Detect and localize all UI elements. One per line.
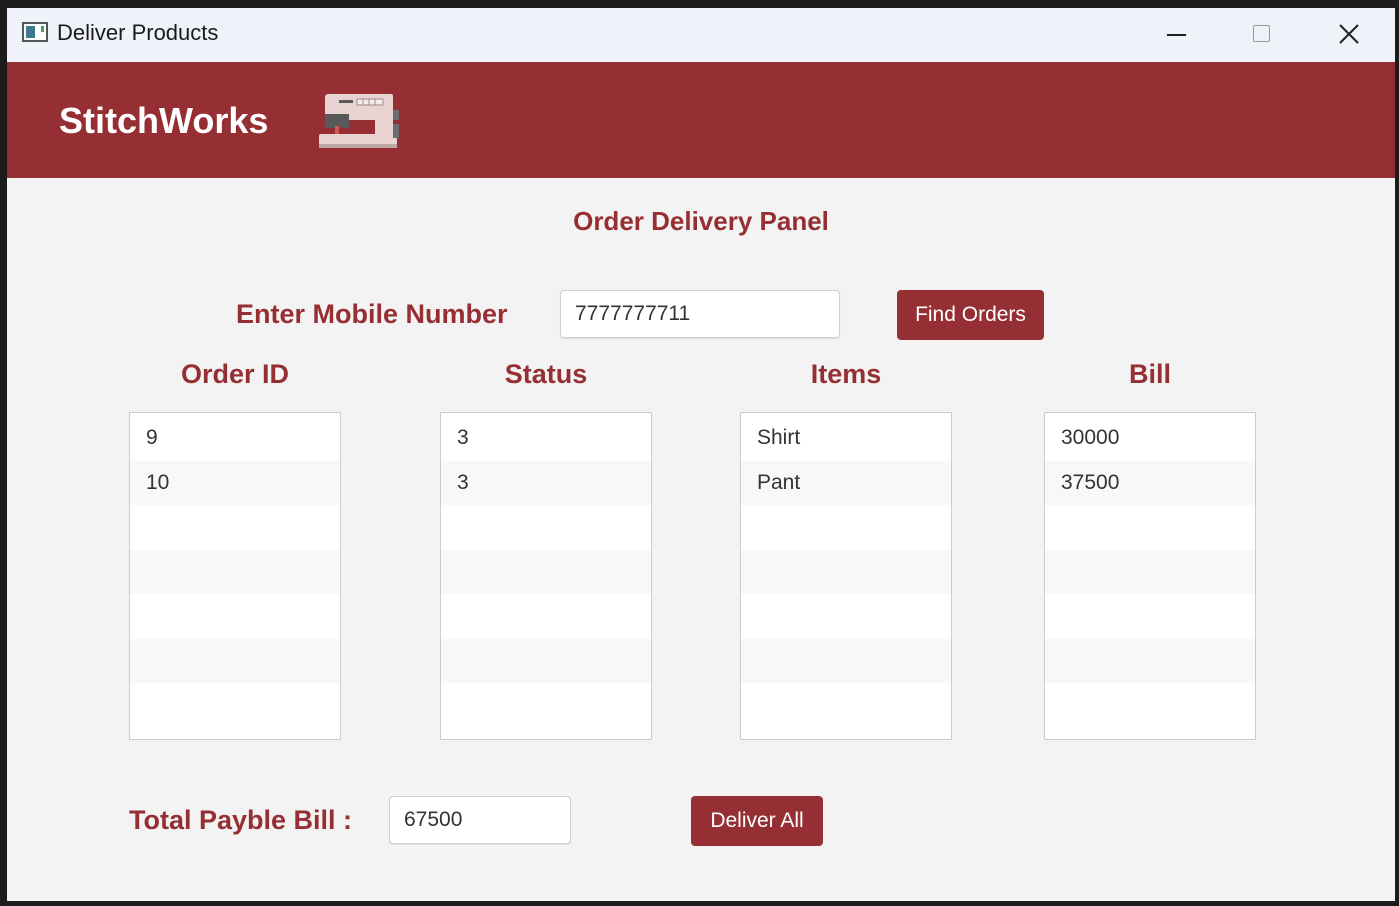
empty-row <box>741 505 951 550</box>
empty-row <box>441 549 651 594</box>
find-orders-button[interactable]: Find Orders <box>897 290 1044 340</box>
list-item[interactable]: 30000 <box>1045 416 1255 461</box>
empty-row <box>741 638 951 683</box>
status-header: Status <box>504 359 588 389</box>
list-item[interactable]: 9 <box>130 416 340 461</box>
empty-row <box>1045 683 1255 728</box>
empty-row <box>130 549 340 594</box>
empty-row <box>130 638 340 683</box>
close-button[interactable] <box>1305 8 1391 62</box>
empty-row <box>1045 594 1255 639</box>
empty-row <box>1045 549 1255 594</box>
title-bar: Deliver Products <box>7 8 1395 62</box>
brand-name: StitchWorks <box>59 100 269 141</box>
items-header: Items <box>810 359 882 389</box>
minimize-icon <box>1167 34 1186 36</box>
order-id-header: Order ID <box>180 359 290 389</box>
panel-title: Order Delivery Panel <box>573 206 829 236</box>
mobile-number-input[interactable] <box>560 290 840 338</box>
app-header: StitchWorks <box>7 62 1395 178</box>
sewing-machine-icon <box>319 94 399 148</box>
empty-row <box>130 683 340 728</box>
bill-list[interactable]: 30000 37500 <box>1044 412 1256 740</box>
list-item[interactable]: Shirt <box>741 416 951 461</box>
app-icon <box>22 22 48 42</box>
mobile-number-label: Enter Mobile Number <box>236 299 508 329</box>
empty-row <box>741 683 951 728</box>
maximize-icon <box>1253 25 1270 42</box>
total-bill-input[interactable] <box>389 796 571 844</box>
bill-header: Bill <box>1128 359 1171 389</box>
list-item[interactable]: 3 <box>441 416 651 461</box>
status-list[interactable]: 3 3 <box>440 412 652 740</box>
empty-row <box>441 594 651 639</box>
window-title: Deliver Products <box>57 20 219 45</box>
close-icon <box>1339 24 1359 44</box>
list-item[interactable]: 37500 <box>1045 460 1255 505</box>
items-list[interactable]: Shirt Pant <box>740 412 952 740</box>
list-item[interactable]: 10 <box>130 460 340 505</box>
empty-row <box>441 505 651 550</box>
total-bill-label: Total Payble Bill : <box>129 805 353 835</box>
empty-row <box>441 638 651 683</box>
empty-row <box>441 683 651 728</box>
empty-row <box>1045 505 1255 550</box>
app-window: Deliver Products StitchWorks Order Deliv… <box>7 8 1395 901</box>
list-item[interactable]: Pant <box>741 460 951 505</box>
minimize-button[interactable] <box>1133 8 1219 62</box>
list-item[interactable]: 3 <box>441 460 651 505</box>
order-id-list[interactable]: 9 10 <box>129 412 341 740</box>
empty-row <box>130 505 340 550</box>
maximize-button[interactable] <box>1219 8 1305 62</box>
empty-row <box>130 594 340 639</box>
deliver-all-button[interactable]: Deliver All <box>691 796 823 846</box>
empty-row <box>741 549 951 594</box>
empty-row <box>1045 638 1255 683</box>
empty-row <box>741 594 951 639</box>
